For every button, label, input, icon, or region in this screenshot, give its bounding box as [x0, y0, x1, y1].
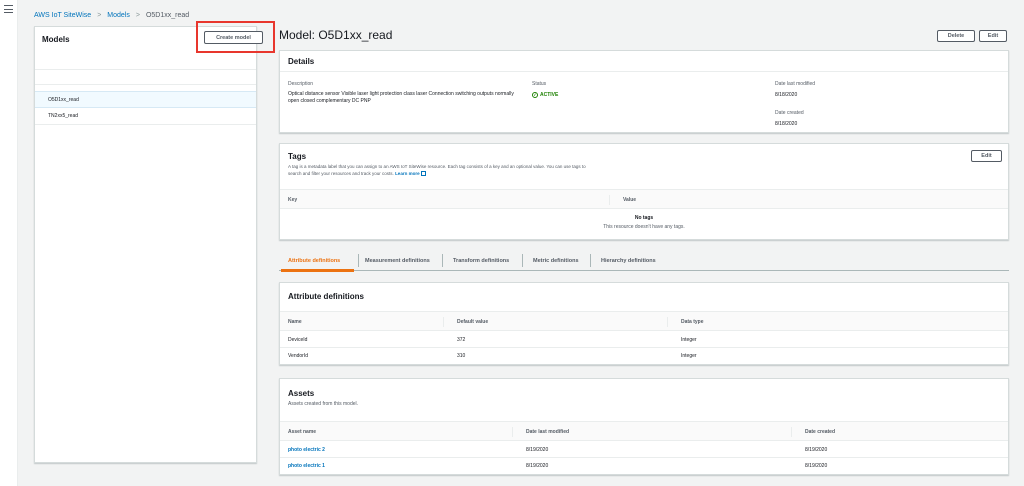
- asset-modified-header: Date last modified: [526, 429, 570, 435]
- modified-value: 8/18/2020: [775, 92, 798, 98]
- asset-modified-cell: 8/19/2020: [526, 463, 549, 469]
- created-value: 8/18/2020: [775, 121, 798, 127]
- tab-label: Attribute definitions: [288, 257, 341, 264]
- attribute-definitions-title: Attribute definitions: [288, 292, 364, 301]
- check-circle-icon: ✓: [532, 92, 538, 98]
- tab-label: Measurement definitions: [365, 257, 430, 264]
- modified-label: Date last modified: [775, 81, 816, 87]
- attr-type-header: Data type: [681, 319, 704, 325]
- attr-name-cell: DeviceId: [288, 337, 308, 343]
- tags-description-line: A tag is a metadata label that you can a…: [288, 164, 586, 169]
- page-title: Model: O5D1xx_read: [279, 28, 393, 42]
- tags-table-header: Key Value: [280, 189, 1008, 209]
- description-value: Optical distance sensor Visible laser li…: [288, 91, 514, 104]
- attr-type-cell: Integer: [681, 353, 697, 359]
- asset-created-header: Date created: [805, 429, 836, 435]
- asset-created-cell: 8/19/2020: [805, 447, 828, 453]
- tab-attribute-definitions[interactable]: Attribute definitions: [288, 250, 340, 271]
- tab-label: Transform definitions: [453, 257, 510, 264]
- model-item-tn2xx5-read[interactable]: TN2xx5_read: [35, 108, 256, 125]
- asset-created-cell: 8/19/2020: [805, 463, 828, 469]
- status-badge: ✓ ACTIVE: [532, 92, 558, 98]
- highlight-annotation: [196, 21, 275, 53]
- model-item-o5d1xx-read[interactable]: O5D1xx_read: [35, 91, 256, 108]
- models-list-header: [35, 70, 256, 85]
- attr-name-cell: VendorId: [288, 353, 309, 359]
- tab-label: Hierarchy definitions: [601, 257, 656, 264]
- definition-tabs: Attribute definitions Measurement defini…: [279, 250, 1009, 272]
- external-link-icon: [420, 171, 426, 176]
- breadcrumb-current: O5D1xx_read: [145, 12, 190, 19]
- description-label: Description: [288, 81, 314, 87]
- assets-title: Assets: [288, 389, 315, 398]
- assets-subtitle: Assets created from this model.: [288, 401, 359, 407]
- assets-table-header: Asset name Date last modified Date creat…: [280, 421, 1008, 441]
- attribute-definitions-panel: Attribute definitions Name Default value…: [279, 282, 1009, 365]
- breadcrumb-models-link[interactable]: Models: [107, 12, 130, 19]
- edit-button[interactable]: Edit: [979, 30, 1007, 42]
- tab-measurement-definitions[interactable]: Measurement definitions: [365, 250, 430, 271]
- details-title: Details: [288, 56, 315, 66]
- asset-name-link[interactable]: photo electric 2: [288, 447, 325, 453]
- tab-label: Metric definitions: [533, 257, 579, 264]
- models-panel: Models O5D1xx_read TN2xx5_read: [34, 26, 257, 463]
- created-label: Date created: [775, 110, 804, 116]
- status-value: ACTIVE: [540, 92, 559, 98]
- navigation-rail: [0, 0, 18, 486]
- attributes-table-header: Name Default value Data type: [280, 311, 1008, 331]
- tags-panel: Tags A tag is a metadata label that you …: [279, 143, 1009, 240]
- status-label: Status: [532, 81, 547, 87]
- asset-name-link[interactable]: photo electric 1: [288, 463, 325, 469]
- tags-description-line: search and filter your resources and tra…: [288, 171, 394, 176]
- tags-key-header: Key: [288, 197, 298, 203]
- tags-description: A tag is a metadata label that you can a…: [288, 163, 586, 177]
- chevron-right-icon: >: [135, 12, 140, 19]
- breadcrumb: AWS IoT SiteWise > Models > O5D1xx_read: [34, 12, 189, 19]
- asset-modified-cell: 8/19/2020: [526, 447, 549, 453]
- table-row: photo electric 2 8/19/2020 8/19/2020: [280, 442, 1008, 458]
- models-filter-area: [35, 52, 256, 70]
- breadcrumb-sitewise-link[interactable]: AWS IoT SiteWise: [34, 12, 91, 19]
- attr-default-cell: 372: [457, 337, 466, 343]
- table-row: VendorId 310 Integer: [280, 348, 1008, 364]
- model-item-label: TN2xx5_read: [48, 113, 79, 119]
- delete-button[interactable]: Delete: [937, 30, 975, 42]
- attr-name-header: Name: [288, 319, 302, 325]
- asset-name-header: Asset name: [288, 429, 317, 435]
- tab-transform-definitions[interactable]: Transform definitions: [453, 250, 509, 271]
- tags-title: Tags: [288, 152, 307, 161]
- tags-value-header: Value: [623, 197, 637, 203]
- tab-hierarchy-definitions[interactable]: Hierarchy definitions: [601, 250, 656, 271]
- active-tab-indicator: [281, 269, 354, 272]
- details-panel: Details Description Optical distance sen…: [279, 50, 1009, 133]
- attr-type-cell: Integer: [681, 337, 697, 343]
- tags-empty-title: No tags: [634, 215, 654, 221]
- table-row: DeviceId 372 Integer: [280, 332, 1008, 348]
- learn-more-link[interactable]: Learn more: [395, 171, 420, 176]
- tags-edit-button[interactable]: Edit: [971, 150, 1002, 162]
- table-row: photo electric 1 8/19/2020 8/19/2020: [280, 458, 1008, 474]
- tags-empty-desc: This resource doesn't have any tags.: [603, 224, 685, 230]
- attr-default-cell: 310: [457, 353, 466, 359]
- attr-default-header: Default value: [457, 319, 489, 325]
- chevron-right-icon: >: [97, 12, 102, 19]
- menu-icon[interactable]: [4, 5, 13, 13]
- tab-metric-definitions[interactable]: Metric definitions: [533, 250, 579, 271]
- assets-panel: Assets Assets created from this model. A…: [279, 378, 1009, 475]
- model-item-label: O5D1xx_read: [48, 96, 79, 103]
